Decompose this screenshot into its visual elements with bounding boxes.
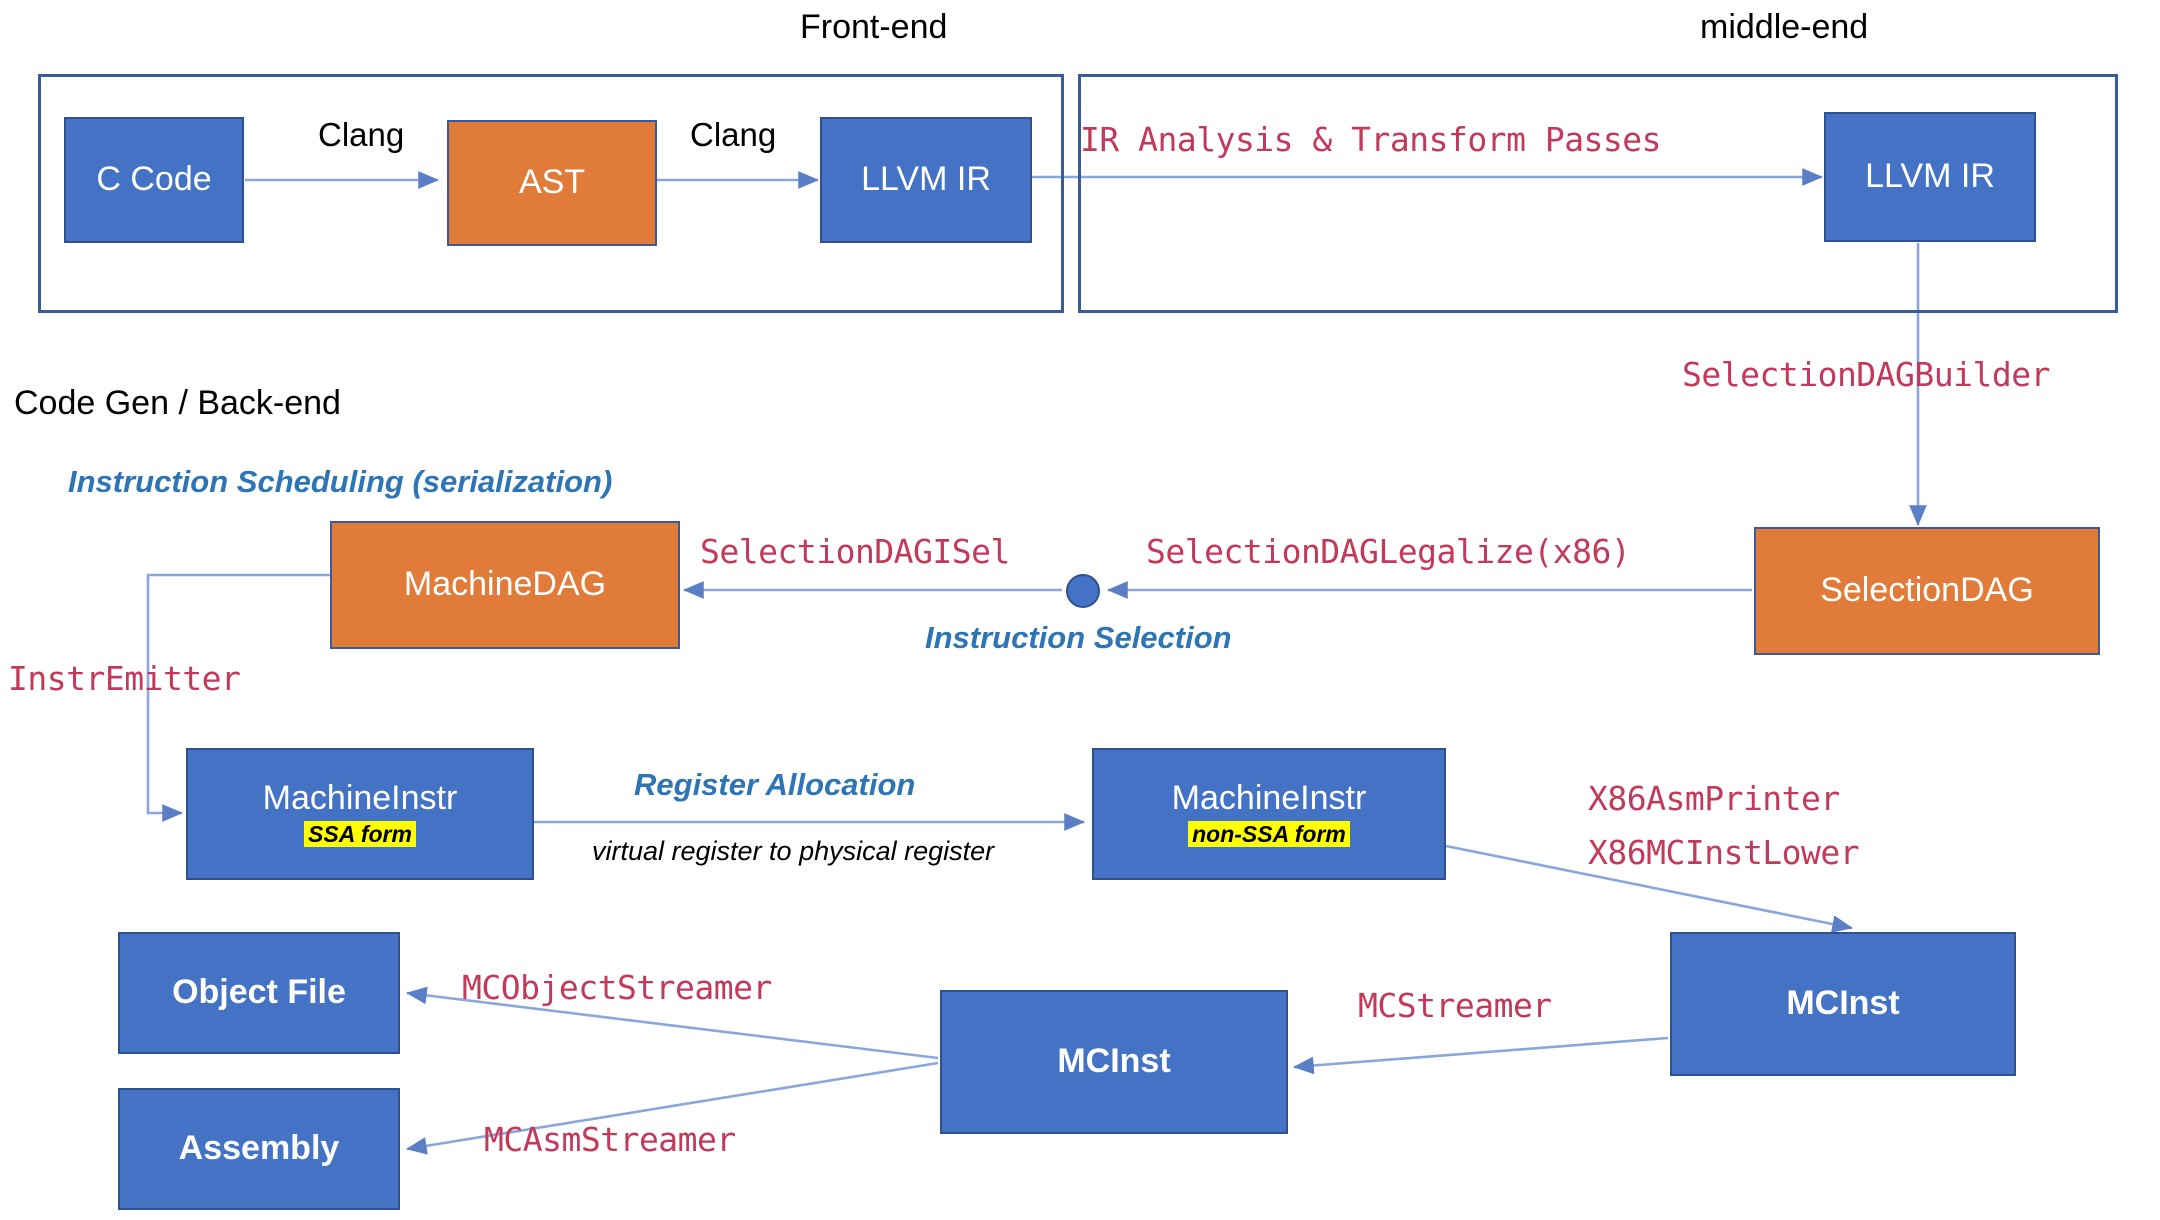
node-label: MachineDAG xyxy=(403,565,607,604)
node-mcinst-center[interactable]: MCInst xyxy=(940,990,1288,1134)
edge-mcinst-right-to-center xyxy=(1292,1036,1669,1075)
edge-label-selection-dag-isel: SelectionDAGISel xyxy=(700,532,1010,571)
node-machine-instr-non-ssa[interactable]: MachineInstr non-SSA form xyxy=(1092,748,1446,880)
node-label: MCInst xyxy=(1057,1042,1171,1081)
instruction-selection-dot[interactable] xyxy=(1066,574,1100,608)
node-label: LLVM IR xyxy=(861,160,991,199)
node-label: AST xyxy=(518,163,586,202)
phase-label-instruction-selection: Instruction Selection xyxy=(925,620,1232,655)
edge-label-mc-object-streamer: MCObjectStreamer xyxy=(462,968,772,1007)
node-ast[interactable]: AST xyxy=(447,120,657,246)
node-object-file[interactable]: Object File xyxy=(118,932,400,1054)
node-label: MachineInstr xyxy=(1171,779,1367,818)
edge-label-mc-asm-streamer: MCAsmStreamer xyxy=(484,1120,736,1159)
edge-label-x86-asm-printer: X86AsmPrinter xyxy=(1588,779,1840,818)
edge-label-ir-passes: IR Analysis & Transform Passes xyxy=(1080,120,1662,159)
phase-label-register-allocation: Register Allocation xyxy=(634,767,916,802)
node-label: MCInst xyxy=(1786,984,1900,1023)
diagram-canvas: Front-end middle-end Code Gen / Back-end… xyxy=(0,0,2160,1220)
node-sublabel-ssa-form: SSA form xyxy=(304,820,416,847)
node-sublabel-non-ssa-form: non-SSA form xyxy=(1188,820,1350,847)
node-machine-instr-ssa[interactable]: MachineInstr SSA form xyxy=(186,748,534,880)
note-register-allocation: virtual register to physical register xyxy=(592,836,995,866)
node-assembly[interactable]: Assembly xyxy=(118,1088,400,1210)
node-label: Assembly xyxy=(178,1129,340,1168)
edge-label-instr-emitter: InstrEmitter xyxy=(8,659,241,698)
edge-label-clang-1: Clang xyxy=(318,116,405,153)
phase-label-instruction-scheduling: Instruction Scheduling (serialization) xyxy=(68,464,613,499)
edge-label-x86-mcinst-lower: X86MCInstLower xyxy=(1588,833,1860,872)
node-selection-dag[interactable]: SelectionDAG xyxy=(1754,527,2100,655)
edge-label-selection-dag-legalize: SelectionDAGLegalize(x86) xyxy=(1146,532,1631,571)
node-label: C Code xyxy=(96,160,212,199)
group-title-middle-end: middle-end xyxy=(1700,8,1869,46)
section-title-codegen: Code Gen / Back-end xyxy=(14,384,341,422)
group-title-front-end: Front-end xyxy=(800,8,948,46)
node-llvm-ir-middle-end[interactable]: LLVM IR xyxy=(1824,112,2036,242)
node-llvm-ir-front-end[interactable]: LLVM IR xyxy=(820,117,1032,243)
node-c-code[interactable]: C Code xyxy=(64,117,244,243)
node-label: Object File xyxy=(172,973,346,1012)
edge-label-mc-streamer: MCStreamer xyxy=(1358,986,1552,1025)
node-label: LLVM IR xyxy=(1865,157,1995,196)
edge-label-clang-2: Clang xyxy=(690,116,777,153)
node-label: MachineInstr xyxy=(262,779,458,818)
node-label: SelectionDAG xyxy=(1820,571,2034,610)
node-machine-dag[interactable]: MachineDAG xyxy=(330,521,680,649)
node-mcinst-right[interactable]: MCInst xyxy=(1670,932,2016,1076)
edge-label-selection-dag-builder: SelectionDAGBuilder xyxy=(1682,355,2051,394)
